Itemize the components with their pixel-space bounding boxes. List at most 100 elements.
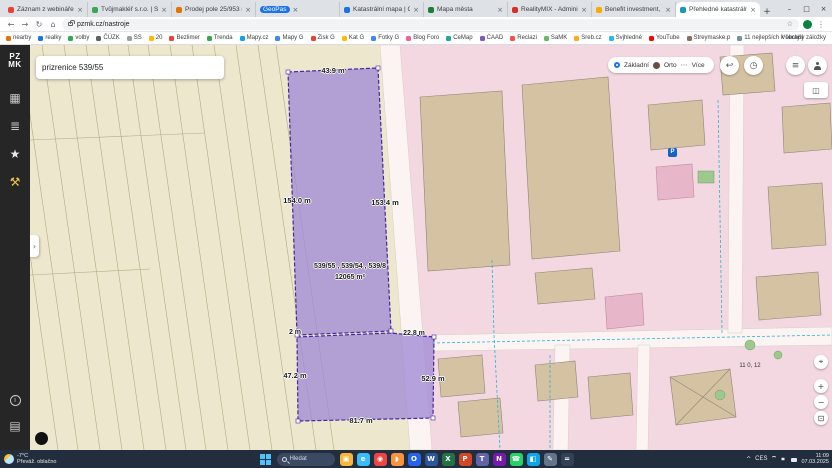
tab-close-icon[interactable]: × <box>77 6 83 14</box>
layers-menu-button[interactable]: ≡ <box>786 56 805 75</box>
start-button[interactable] <box>259 453 272 466</box>
bookmark-item[interactable]: Fotky G <box>371 35 399 41</box>
browser-tab[interactable]: Tvůjmakléř s.r.o. | Systém l× <box>88 2 172 17</box>
hidden-icons-chevron[interactable]: ^ <box>746 456 751 463</box>
map-brand-dot[interactable] <box>35 432 48 445</box>
browser-tab[interactable]: Benefit investment, a.s. Zá× <box>592 2 676 17</box>
bookmark-item[interactable]: nearby <box>6 35 31 41</box>
orto-layer-icon[interactable] <box>653 62 660 69</box>
all-bookmarks-button[interactable]: Všechny záložky <box>781 35 826 41</box>
bookmark-item[interactable]: 20 <box>149 35 163 41</box>
more-layers-label[interactable]: Více <box>692 62 705 69</box>
undo-button[interactable]: ↩ <box>720 56 739 75</box>
bookmark-item[interactable]: SaMK <box>544 35 567 41</box>
bookmark-item[interactable]: Kat G <box>342 35 364 41</box>
screenshot-button[interactable]: ◫ <box>804 82 828 98</box>
bookmark-item[interactable]: CAAD <box>480 35 504 41</box>
info-icon[interactable]: i <box>10 395 21 406</box>
volume-icon[interactable] <box>781 456 787 462</box>
firefox-icon[interactable]: ◗ <box>391 453 404 466</box>
bookmark-item[interactable]: SS <box>127 35 142 41</box>
browser-tab[interactable]: Záznam z webináře CeMo× <box>4 2 88 17</box>
teams-icon[interactable]: T <box>476 453 489 466</box>
whatsapp-icon[interactable]: ☎ <box>510 453 523 466</box>
bookmark-item[interactable]: Mapy.cz <box>240 35 269 41</box>
onenote-icon[interactable]: N <box>493 453 506 466</box>
profile-avatar[interactable] <box>803 20 812 29</box>
tab-close-icon[interactable]: × <box>413 6 419 14</box>
browser-tab[interactable]: Katastrální mapa | GeoPa× <box>340 2 424 17</box>
forward-icon[interactable]: → <box>20 20 30 29</box>
search-input[interactable] <box>42 63 218 72</box>
layers-list-icon[interactable]: ≣ <box>7 119 23 133</box>
tab-close-icon[interactable]: × <box>293 6 299 14</box>
new-tab-button[interactable]: + <box>760 7 774 17</box>
minimize-icon[interactable]: – <box>781 0 798 17</box>
fullscreen-button[interactable]: ⊡ <box>814 411 828 425</box>
browser-menu-icon[interactable]: ⋮ <box>816 20 826 29</box>
bookmark-item[interactable]: volby <box>68 35 89 41</box>
bookmark-item[interactable]: realky <box>38 35 61 41</box>
bookmark-item[interactable]: Reclazi <box>510 35 537 41</box>
home-icon[interactable]: ⌂ <box>48 20 58 29</box>
tools-wrench-icon[interactable]: ⚒ <box>7 175 23 189</box>
zoom-in-button[interactable]: + <box>814 379 828 393</box>
bookmark-item[interactable]: CeMap <box>446 35 472 41</box>
bookmark-item[interactable]: Mapy G <box>275 35 303 41</box>
outlook-icon[interactable]: O <box>408 453 421 466</box>
excel-icon[interactable]: X <box>442 453 455 466</box>
calculator-icon[interactable]: = <box>561 453 574 466</box>
apps-grid-icon[interactable]: ▦ <box>7 91 23 105</box>
favorites-star-icon[interactable]: ★ <box>7 147 23 161</box>
map-canvas[interactable]: 43.9 m 154.0 m 153.4 m 539/55 , 539/54 ,… <box>30 45 832 450</box>
url-input[interactable]: pzmk.cz/nastroje ☆ <box>62 19 799 30</box>
bookmark-item[interactable]: Sreb.cz <box>574 35 601 41</box>
powerpoint-icon[interactable]: P <box>459 453 472 466</box>
wifi-icon[interactable] <box>771 456 777 462</box>
base-layer-radio[interactable] <box>614 62 620 68</box>
more-dots-icon[interactable]: ⋯ <box>681 61 688 69</box>
bookmark-star-icon[interactable]: ☆ <box>787 20 793 28</box>
snipping-icon[interactable]: ✎ <box>544 453 557 466</box>
tab-close-icon[interactable]: × <box>581 6 587 14</box>
tab-close-icon[interactable]: × <box>665 6 671 14</box>
locate-button[interactable]: ⌖ <box>814 355 828 369</box>
battery-icon[interactable] <box>791 458 797 462</box>
tab-close-icon[interactable]: × <box>750 6 756 14</box>
zoom-out-button[interactable]: − <box>814 395 828 409</box>
document-icon[interactable]: ▤ <box>7 419 23 433</box>
bookmark-item[interactable]: Svjhledné <box>609 35 642 41</box>
bookmark-item[interactable]: Streymaske.p <box>687 35 731 41</box>
browser-tab-active[interactable]: Přehledné katastrální map× <box>676 2 760 17</box>
photos-icon[interactable]: ◧ <box>527 453 540 466</box>
bookmark-item[interactable]: YouTube <box>649 35 680 41</box>
reload-icon[interactable]: ↻ <box>34 20 44 29</box>
account-button[interactable] <box>808 56 827 75</box>
map-graphics[interactable] <box>30 45 832 450</box>
taskbar-search[interactable]: Hledat <box>277 453 335 466</box>
bookmark-item[interactable]: Blog Foro <box>406 35 439 41</box>
browser-tab[interactable]: GeoPas× <box>256 2 340 17</box>
base-layer-label[interactable]: Základní <box>624 62 649 69</box>
chrome-icon[interactable]: ◉ <box>374 453 387 466</box>
tab-close-icon[interactable]: × <box>497 6 503 14</box>
bookmark-item[interactable]: Bezlimer <box>169 35 199 41</box>
weather-widget[interactable]: -7°C Převáž. oblačno <box>4 453 56 466</box>
clock[interactable]: 11:09 07.03.2025 <box>801 453 829 466</box>
word-icon[interactable]: W <box>425 453 438 466</box>
file-explorer-icon[interactable]: ▣ <box>340 453 353 466</box>
sidebar-expander[interactable]: › <box>30 235 39 257</box>
close-icon[interactable]: × <box>815 0 832 17</box>
orto-layer-label[interactable]: Orto <box>664 62 677 69</box>
tab-close-icon[interactable]: × <box>245 6 251 14</box>
edge-icon[interactable]: e <box>357 453 370 466</box>
language-indicator[interactable]: CES <box>755 456 767 462</box>
browser-tab[interactable]: RealityMIX - Administrace× <box>508 2 592 17</box>
map-search-box[interactable] <box>36 56 224 79</box>
bookmark-item[interactable]: Zisk G <box>311 35 335 41</box>
bookmark-item[interactable]: Trenda <box>207 35 233 41</box>
back-icon[interactable]: ← <box>6 20 16 29</box>
tab-close-icon[interactable]: × <box>161 6 167 14</box>
bookmark-item[interactable]: ČÚZK <box>96 35 119 41</box>
browser-tab[interactable]: Prodej pole 25/953 m². M× <box>172 2 256 17</box>
